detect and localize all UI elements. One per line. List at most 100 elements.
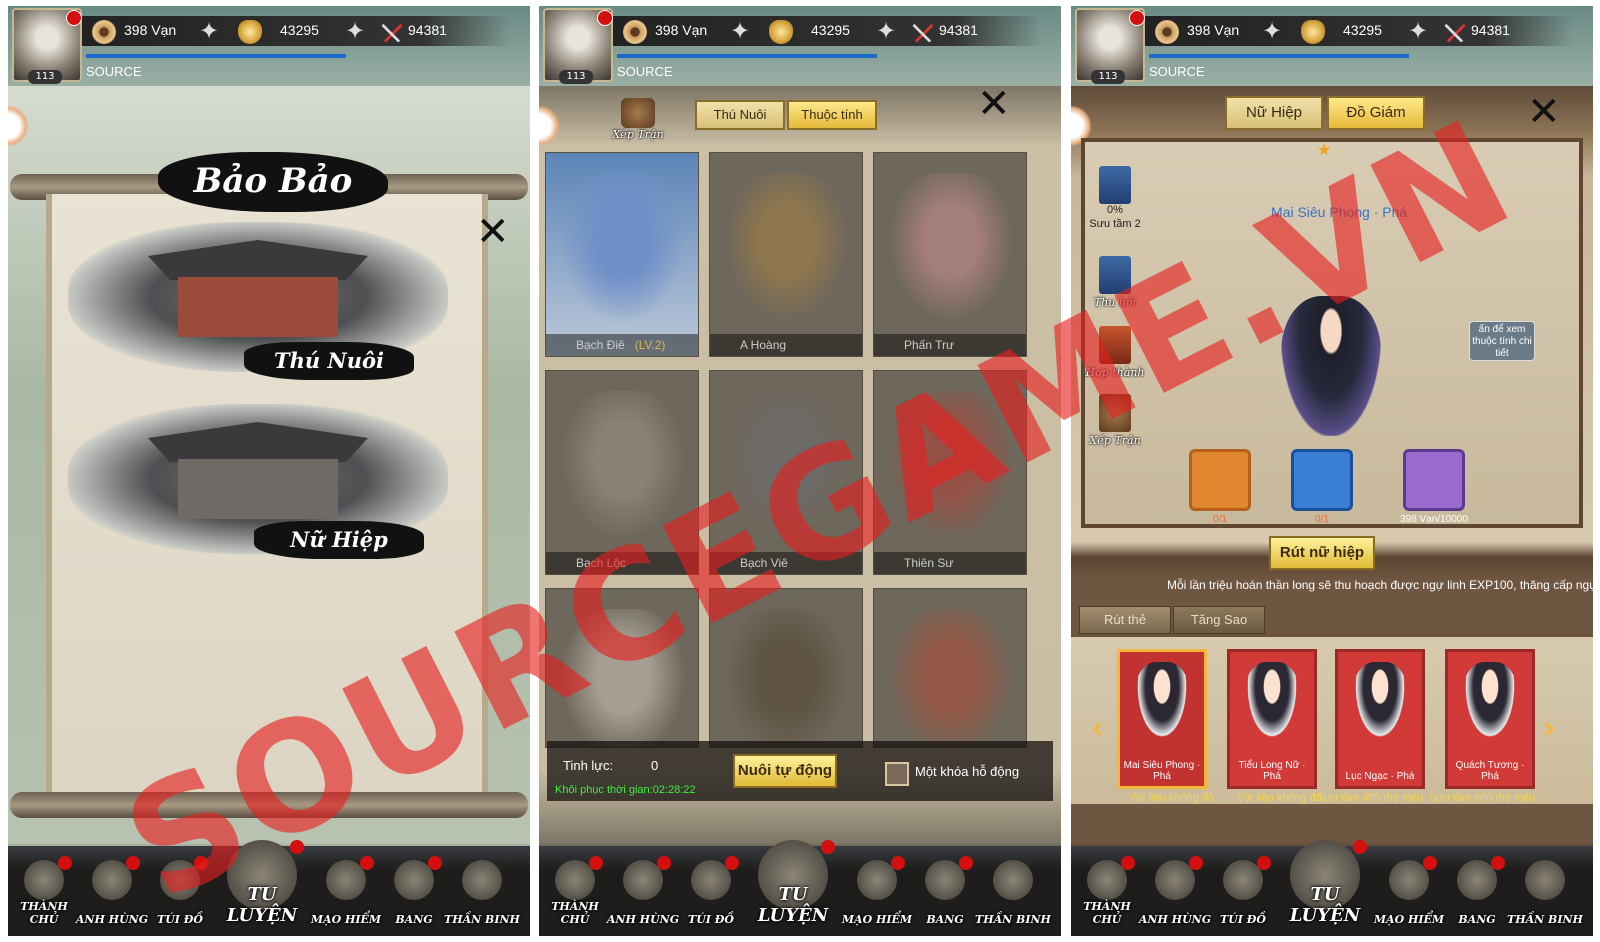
- nav-tui-do[interactable]: TÚI ĐỒ: [1209, 856, 1277, 926]
- nav-bang[interactable]: BANG: [911, 856, 979, 926]
- pet-card[interactable]: [873, 588, 1027, 748]
- hero-card[interactable]: Quách Tương · Phá: [1445, 649, 1535, 789]
- nav-anh-hung[interactable]: ANH HÙNG: [1139, 856, 1211, 926]
- pet-card[interactable]: Bạch Viê: [709, 370, 863, 575]
- summon-card-item[interactable]: [1291, 449, 1353, 511]
- collection-button[interactable]: 0% Sưu tầm 2: [1085, 166, 1145, 230]
- nav-than-binh[interactable]: THẦN BINH: [444, 856, 520, 926]
- nav-anh-hung[interactable]: ANH HÙNG: [76, 856, 148, 926]
- arrow-right-icon[interactable]: ›: [1543, 711, 1555, 746]
- copper-value: 398 Vạn: [124, 22, 177, 38]
- coin-item[interactable]: [1403, 449, 1465, 511]
- pet-option-label[interactable]: Thú Nuôi: [244, 342, 414, 380]
- nav-than-binh[interactable]: THẦN BINH: [1507, 856, 1583, 926]
- add-copper-button[interactable]: ✦: [1259, 18, 1285, 44]
- recall-button[interactable]: Thu hồi: [1085, 256, 1145, 316]
- arrow-left-icon[interactable]: ‹: [1091, 711, 1103, 746]
- formation-button[interactable]: Xếp Trận: [612, 98, 664, 148]
- scroll-rod-bottom: [10, 792, 528, 818]
- hero-card[interactable]: Lục Ngạc · Phá: [1335, 649, 1425, 789]
- nav-tu-luyen[interactable]: TU LUYỆN: [1277, 840, 1373, 926]
- merge-button[interactable]: Hợp thành: [1085, 326, 1145, 386]
- source-label: SOURCE: [617, 64, 673, 79]
- gold-ingot-icon: [1301, 20, 1325, 44]
- detail-hint[interactable]: ấn để xem thuộc tính chi tiết: [1469, 321, 1535, 361]
- pet-card[interactable]: [545, 588, 699, 748]
- card-caption: Sưu tầm 405 thẻ triệu hoá: [1317, 792, 1427, 804]
- close-icon[interactable]: ✕: [476, 212, 510, 252]
- add-copper-button[interactable]: ✦: [727, 18, 753, 44]
- nav-tui-do[interactable]: TÚI ĐỒ: [677, 856, 745, 926]
- weapon-icon: [462, 860, 502, 900]
- nav-bang[interactable]: BANG: [380, 856, 448, 926]
- hero-card[interactable]: Tiểu Long Nữ · Phá: [1227, 649, 1317, 789]
- hero-face: [1462, 662, 1518, 744]
- side-event-icon[interactable]: [539, 106, 561, 146]
- tab-thu-nuoi[interactable]: Thú Nuôi: [695, 100, 785, 130]
- pet-card[interactable]: A Hoàng: [709, 152, 863, 357]
- one-key-checkbox[interactable]: [885, 762, 909, 786]
- tab-do-giam[interactable]: Đồ Giám: [1327, 96, 1425, 130]
- pet-art: [724, 173, 850, 323]
- nav-bang[interactable]: BANG: [1443, 856, 1511, 926]
- hero-face: [1134, 662, 1190, 744]
- stamina-value: 0: [651, 758, 659, 773]
- add-gold-button[interactable]: ✦: [873, 18, 899, 44]
- power-value: 94381: [1471, 22, 1510, 38]
- xp-bar: [617, 54, 877, 58]
- tab-thuoc-tinh[interactable]: Thuộc tính: [787, 100, 877, 130]
- pet-card[interactable]: Bạch Điê (LV.2): [545, 152, 699, 357]
- bottom-nav: THÀNH CHỦ ANH HÙNG TÚI ĐỒ TU LUYỆN MẠO H…: [539, 840, 1061, 936]
- nav-thanh-chu[interactable]: THÀNH CHỦ: [10, 856, 78, 926]
- xp-bar: [86, 54, 346, 58]
- summon-scroll-item[interactable]: [1189, 449, 1251, 511]
- bottom-nav: THÀNH CHỦ ANH HÙNG TÚI ĐỒ TU LUYỆN MẠO H…: [8, 840, 530, 936]
- pet-card[interactable]: [709, 588, 863, 748]
- nav-mao-hiem[interactable]: MẠO HIỂM: [1374, 856, 1444, 926]
- nav-thanh-chu[interactable]: THÀNH CHỦ: [1073, 856, 1141, 926]
- nav-tui-do[interactable]: TÚI ĐỒ: [146, 856, 214, 926]
- add-gold-button[interactable]: ✦: [342, 18, 368, 44]
- nav-thanh-chu[interactable]: THÀNH CHỦ: [541, 856, 609, 926]
- gold-ingot-icon: [238, 20, 262, 44]
- close-icon[interactable]: ✕: [977, 84, 1011, 124]
- page-title: Bảo Bảo: [158, 152, 388, 212]
- gold-value: 43295: [811, 22, 850, 38]
- gold-value: 43295: [1343, 22, 1382, 38]
- xp-bar: [1149, 54, 1409, 58]
- panel-bao-bao: 113 SOURCE 398 Vạn ✦ 43295 ✦ 94381 Bảo B…: [8, 6, 530, 936]
- copper-coin-icon: [623, 20, 647, 44]
- auto-feed-button[interactable]: Nuôi tự động: [733, 754, 837, 788]
- hero-card[interactable]: Mai Siêu Phong · Phá: [1117, 649, 1207, 789]
- pet-art: [560, 173, 686, 323]
- nav-anh-hung[interactable]: ANH HÙNG: [607, 856, 679, 926]
- hero-face: [1244, 662, 1300, 744]
- hero-portrait[interactable]: [1281, 296, 1381, 436]
- formation-button[interactable]: Xếp Trận: [1085, 394, 1145, 454]
- nav-mao-hiem[interactable]: MẠO HIỂM: [842, 856, 912, 926]
- tab-tang-sao[interactable]: Tăng Sao: [1173, 606, 1265, 634]
- restore-timer: Khôi phục thời gian:02:28:22: [555, 784, 696, 796]
- power-sword-icon: [380, 20, 404, 44]
- power-value: 94381: [408, 22, 447, 38]
- gold-value: 43295: [280, 22, 319, 38]
- nav-tu-luyen[interactable]: TU LUYỆN: [745, 840, 841, 926]
- book-icon: [1099, 166, 1131, 204]
- heroine-option-label[interactable]: Nữ Hiệp: [254, 521, 424, 559]
- pet-card[interactable]: Thiên Sư: [873, 370, 1027, 575]
- player-level: 113: [28, 70, 62, 84]
- tab-rut-the[interactable]: Rút thẻ: [1079, 606, 1171, 634]
- close-icon[interactable]: ✕: [1527, 92, 1561, 132]
- side-event-icon[interactable]: [8, 106, 30, 146]
- pet-card[interactable]: Bạch Lộc: [545, 370, 699, 575]
- nav-mao-hiem[interactable]: MẠO HIỂM: [311, 856, 381, 926]
- summon-heroine-button[interactable]: Rút nữ hiệp: [1269, 536, 1375, 570]
- pet-card[interactable]: Phấn Trư: [873, 152, 1027, 357]
- add-gold-button[interactable]: ✦: [1405, 18, 1431, 44]
- nav-tu-luyen[interactable]: TU LUYỆN: [214, 840, 310, 926]
- copper-coin-icon: [92, 20, 116, 44]
- nav-than-binh[interactable]: THẦN BINH: [975, 856, 1051, 926]
- tab-nu-hiep[interactable]: Nữ Hiệp: [1225, 96, 1323, 130]
- add-copper-button[interactable]: ✦: [196, 18, 222, 44]
- formation-icon: [1099, 394, 1131, 432]
